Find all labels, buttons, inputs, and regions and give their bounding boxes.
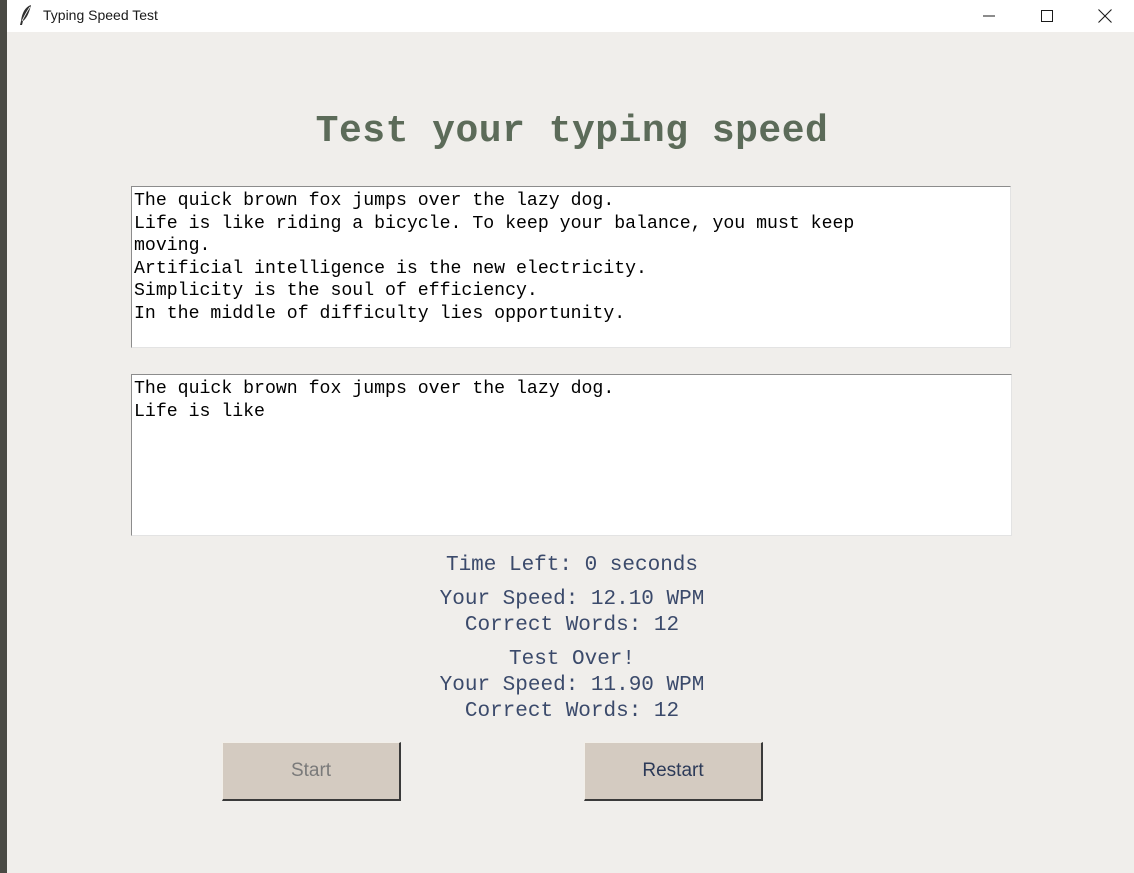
speed-label: Your Speed: 12.10 WPM xyxy=(439,588,705,611)
feather-icon xyxy=(17,4,35,26)
minimize-button[interactable] xyxy=(960,0,1018,32)
time-left-label: Time Left: 0 seconds xyxy=(445,554,699,577)
sample-text-box[interactable]: The quick brown fox jumps over the lazy … xyxy=(131,186,1011,348)
page-title: Test your typing speed xyxy=(315,110,829,153)
close-icon xyxy=(1098,9,1112,23)
start-button[interactable]: Start xyxy=(222,742,401,801)
final-speed-label: Your Speed: 11.90 WPM xyxy=(439,674,705,697)
close-button[interactable] xyxy=(1076,0,1134,32)
test-over-label: Test Over! xyxy=(508,648,636,671)
window-title: Typing Speed Test xyxy=(43,7,158,23)
maximize-icon xyxy=(1041,10,1053,22)
app-window: Typing Speed Test Test your typing speed… xyxy=(7,0,1134,873)
correct-words-label: Correct Words: 12 xyxy=(464,614,680,637)
title-bar[interactable]: Typing Speed Test xyxy=(7,0,1134,32)
maximize-button[interactable] xyxy=(1018,0,1076,32)
final-correct-words-label: Correct Words: 12 xyxy=(464,700,680,723)
typing-input[interactable]: The quick brown fox jumps over the lazy … xyxy=(131,374,1012,536)
minimize-icon xyxy=(983,15,995,17)
restart-button[interactable]: Restart xyxy=(584,742,763,801)
